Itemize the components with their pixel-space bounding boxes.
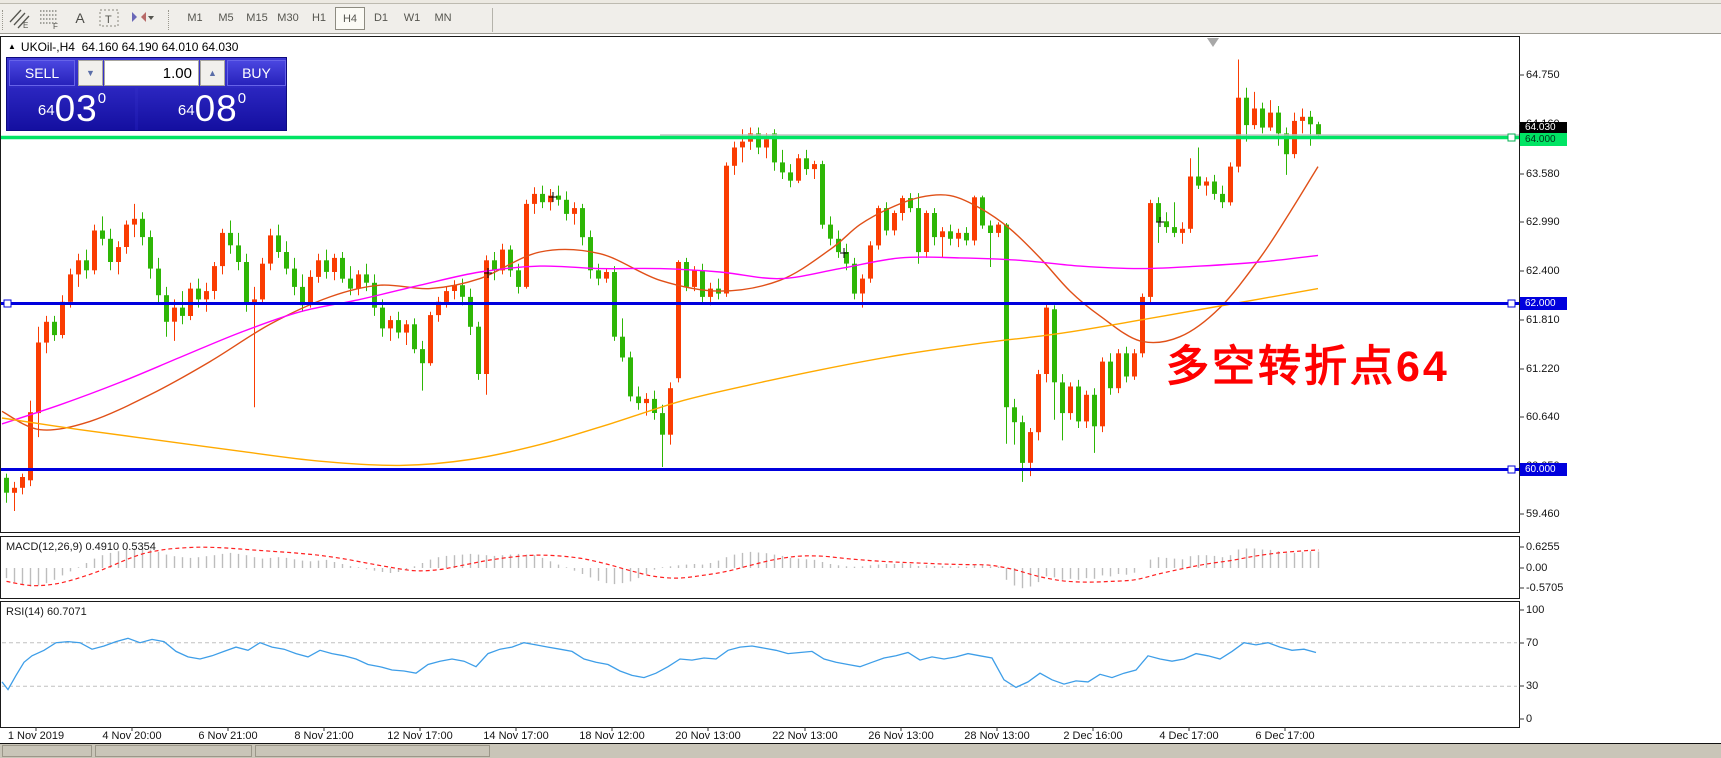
price-tick: 60.640	[1526, 411, 1560, 423]
volume-input[interactable]	[104, 60, 199, 86]
tf-button-H4[interactable]: H4	[335, 7, 365, 30]
status-segment	[255, 745, 490, 757]
price-marker-60.000: 60.000	[1520, 463, 1567, 476]
svg-text:T: T	[105, 14, 112, 26]
price-marker-64.000: 64.000	[1520, 133, 1567, 146]
timeline-label: 18 Nov 12:00	[579, 730, 645, 742]
timeline-label: 1 Nov 2019	[7, 730, 65, 742]
buy-price[interactable]: 64080	[138, 88, 286, 130]
price-tick: 59.460	[1526, 508, 1560, 520]
timeline-label: 20 Nov 13:00	[675, 730, 741, 742]
buy-button[interactable]: BUY	[227, 60, 286, 86]
tf-button-M15[interactable]: M15	[242, 7, 272, 30]
status-bar	[0, 743, 1721, 758]
symbol-label: UKOil-,H4	[20, 40, 75, 54]
price-tick: 61.220	[1526, 363, 1560, 375]
text-icon[interactable]: A	[66, 6, 94, 31]
rsi-tick: 30	[1526, 680, 1539, 692]
tf-button-M1[interactable]: M1	[180, 7, 210, 30]
timeline-label: 22 Nov 13:00	[772, 730, 838, 742]
macd-tick: 0.6255	[1526, 541, 1560, 553]
rsi-tick: 0	[1526, 713, 1533, 725]
sell-button[interactable]: SELL	[9, 60, 75, 86]
timeline-label: 4 Dec 17:00	[1159, 730, 1219, 742]
tf-button-M30[interactable]: M30	[273, 7, 303, 30]
timeline-label: 4 Nov 20:00	[102, 730, 162, 742]
chart-title: ▲ UKOil-,H4 64.160 64.190 64.010 64.030	[8, 40, 238, 54]
toolbar-grip[interactable]	[2, 10, 3, 30]
toolbar-grip[interactable]	[168, 10, 169, 30]
timeline-label: 12 Nov 17:00	[387, 730, 453, 742]
timeline-label: 2 Dec 16:00	[1063, 730, 1123, 742]
tf-button-M5[interactable]: M5	[211, 7, 241, 30]
price-tick: 62.990	[1526, 216, 1560, 228]
tf-button-MN[interactable]: MN	[428, 7, 458, 30]
timeline-label: 6 Nov 21:00	[198, 730, 258, 742]
rsi-panel[interactable]	[0, 601, 1520, 728]
timeline-label: 8 Nov 21:00	[294, 730, 354, 742]
chinese-annotation: 多空转折点64	[1166, 343, 1450, 391]
volume-decrease-button[interactable]: ▼	[78, 60, 103, 86]
macd-panel[interactable]	[0, 536, 1520, 599]
collapse-icon[interactable]: ▲	[8, 42, 16, 51]
rsi-tick: 70	[1526, 637, 1539, 649]
toolbar: E F A T M1 M5 M15 M30 H1 H4 D1 W1 MN	[0, 4, 1721, 34]
sell-price[interactable]: 64030	[9, 88, 135, 130]
tf-button-H1[interactable]: H1	[304, 7, 334, 30]
price-tick: 63.580	[1526, 168, 1560, 180]
status-segment	[2, 745, 92, 757]
rsi-tick: 100	[1526, 604, 1545, 616]
toolbar-separator	[492, 8, 493, 32]
macd-tick: 0.00	[1526, 562, 1548, 574]
timeline-label: 6 Dec 17:00	[1255, 730, 1315, 742]
macd-tick: -0.5705	[1526, 582, 1564, 594]
price-tick: 64.750	[1526, 69, 1560, 81]
macd-label: MACD(12,26,9) 0.4910 0.5354	[6, 541, 156, 553]
arrows-icon[interactable]	[124, 6, 160, 31]
ohlc-values: 64.160 64.190 64.010 64.030	[81, 40, 239, 54]
timeline-label: 26 Nov 13:00	[868, 730, 934, 742]
status-segment	[95, 745, 252, 757]
trade-panel: SELL ▼ ▲ BUY 64030 64080	[6, 57, 287, 131]
price-marker-62.000: 62.000	[1520, 297, 1567, 310]
timeline-label: 28 Nov 13:00	[964, 730, 1030, 742]
fibo-expansion-icon[interactable]: E	[6, 6, 34, 31]
fibo-retracement-icon[interactable]: F	[36, 6, 64, 31]
rsi-label: RSI(14) 60.7071	[6, 606, 87, 618]
volume-increase-button[interactable]: ▲	[200, 60, 225, 86]
price-tick: 61.810	[1526, 314, 1560, 326]
price-marker-64.030: 64.030	[1520, 122, 1567, 133]
text-label-icon[interactable]: T	[96, 6, 124, 31]
price-tick: 62.400	[1526, 265, 1560, 277]
timeline-label: 14 Nov 17:00	[483, 730, 549, 742]
svg-text:F: F	[53, 22, 58, 30]
tf-button-W1[interactable]: W1	[397, 7, 427, 30]
tf-button-D1[interactable]: D1	[366, 7, 396, 30]
svg-text:E: E	[23, 21, 28, 30]
